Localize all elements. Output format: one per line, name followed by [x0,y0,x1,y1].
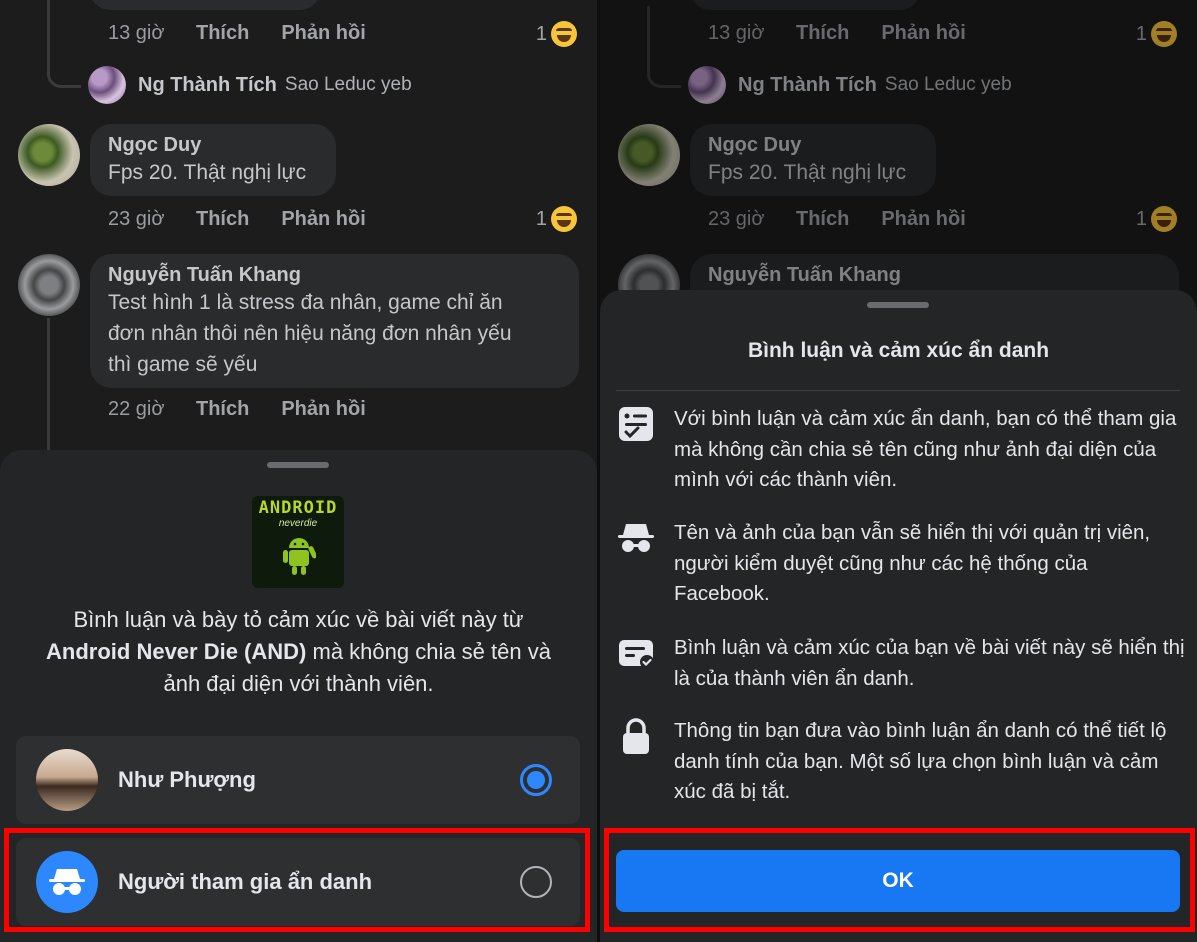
sheet-title: Bình luận và cảm xúc ẩn danh [747,339,1050,362]
lock-icon [623,718,649,754]
comment-time: 23 giờ [108,208,165,230]
logo-subtitle: neverdie [278,518,318,529]
comment-text: Fps 20. Thật nghị lực [108,161,307,184]
comment-meta-row: 13 giờ Thích Phản hồi [108,22,398,45]
comment-time: 22 giờ [108,398,165,420]
reaction-number: 1 [535,22,547,45]
comment-meta-row: 22 giờ Thích Phản hồi [108,398,398,421]
android-robot-icon [283,538,316,575]
reply-preview[interactable]: Ng Thành Tích Sao Leduc yeb [88,66,412,104]
logo-title: ANDROID [258,498,338,518]
avatar[interactable] [18,124,80,186]
comment-author: Ngọc Duy [108,134,202,156]
reaction-number: 1 [535,207,547,230]
comment-text-line: Test hình 1 là stress đa nhân, game chỉ … [108,291,503,314]
comment-check-icon [619,640,654,669]
sheet-drag-handle[interactable] [267,462,329,468]
info-text: Tên và ảnh của bạn vẫn sẽ hiển thị với q… [674,521,1151,605]
comment-bubble[interactable]: Nguyễn Tuấn Khang Test hình 1 là stress … [90,254,579,388]
highlight-box [4,828,590,932]
avatar [36,749,98,811]
info-text: Với bình luận và cảm xúc ẩn danh, bạn có… [674,407,1177,491]
avatar[interactable] [18,254,80,316]
reply-button[interactable]: Phản hồi [281,22,365,45]
comment-bubble-truncated [90,0,320,10]
group-logo: ANDROID neverdie [252,496,344,588]
info-text: Thông tin bạn đưa vào bình luận ẩn danh … [674,719,1167,803]
comment-meta-row: 23 giờ Thích Phản hồi [108,208,398,231]
comment-bubble[interactable]: Ngọc Duy Fps 20. Thật nghị lực [90,124,336,196]
haha-emoji-icon [551,206,577,232]
info-item: Thông tin bạn đưa vào bình luận ẩn danh … [616,716,1186,808]
option-profile[interactable]: Như Phượng [16,736,580,824]
option-label: Như Phượng [118,767,256,792]
anonymous-description: Bình luận và bày tỏ cảm xúc về bài viết … [30,604,567,700]
highlight-box [604,828,1195,932]
comment-time: 13 giờ [108,22,165,44]
group-name: Android Never Die (AND) [46,639,307,664]
info-item: Với bình luận và cảm xúc ẩn danh, bạn có… [616,404,1186,496]
reply-button[interactable]: Phản hồi [281,208,365,231]
info-text: Bình luận và cảm xúc của bạn về bài viết… [674,636,1185,690]
info-item: Bình luận và cảm xúc của bạn về bài viết… [616,633,1186,694]
like-button[interactable]: Thích [196,208,249,231]
reply-button[interactable]: Phản hồi [281,398,365,421]
reply-author: Ng Thành Tích [138,73,277,96]
reply-text: Sao Leduc yeb [284,74,412,95]
left-screen: 13 giờ Thích Phản hồi 1 Ng Thành Tích Sa… [0,0,597,942]
reaction-count[interactable]: 1 [536,21,577,47]
info-item: Tên và ảnh của bạn vẫn sẽ hiển thị với q… [616,518,1186,610]
incognito-icon [618,524,654,552]
radio-selected[interactable] [520,764,552,796]
avatar [88,66,126,104]
like-button[interactable]: Thích [196,398,249,421]
thread-line [47,318,50,458]
comment-text-line: đơn nhân thôi nên hiệu năng đơn nhân yếu [108,322,512,345]
reaction-count[interactable]: 1 [536,206,577,232]
thread-connector [47,6,81,88]
desc-text: Bình luận và bày tỏ cảm xúc về bài viết … [73,607,524,632]
checklist-icon [619,407,653,441]
comment-author: Nguyễn Tuấn Khang [108,264,301,286]
like-button[interactable]: Thích [196,22,249,45]
haha-emoji-icon [551,21,577,47]
divider [616,390,1180,391]
comment-text-line: thì game sẽ yếu [108,353,258,376]
right-screen: 13 giờ Thích Phản hồi 1 Ng Thành Tích Sa… [600,0,1197,942]
sheet-drag-handle[interactable] [867,302,929,308]
